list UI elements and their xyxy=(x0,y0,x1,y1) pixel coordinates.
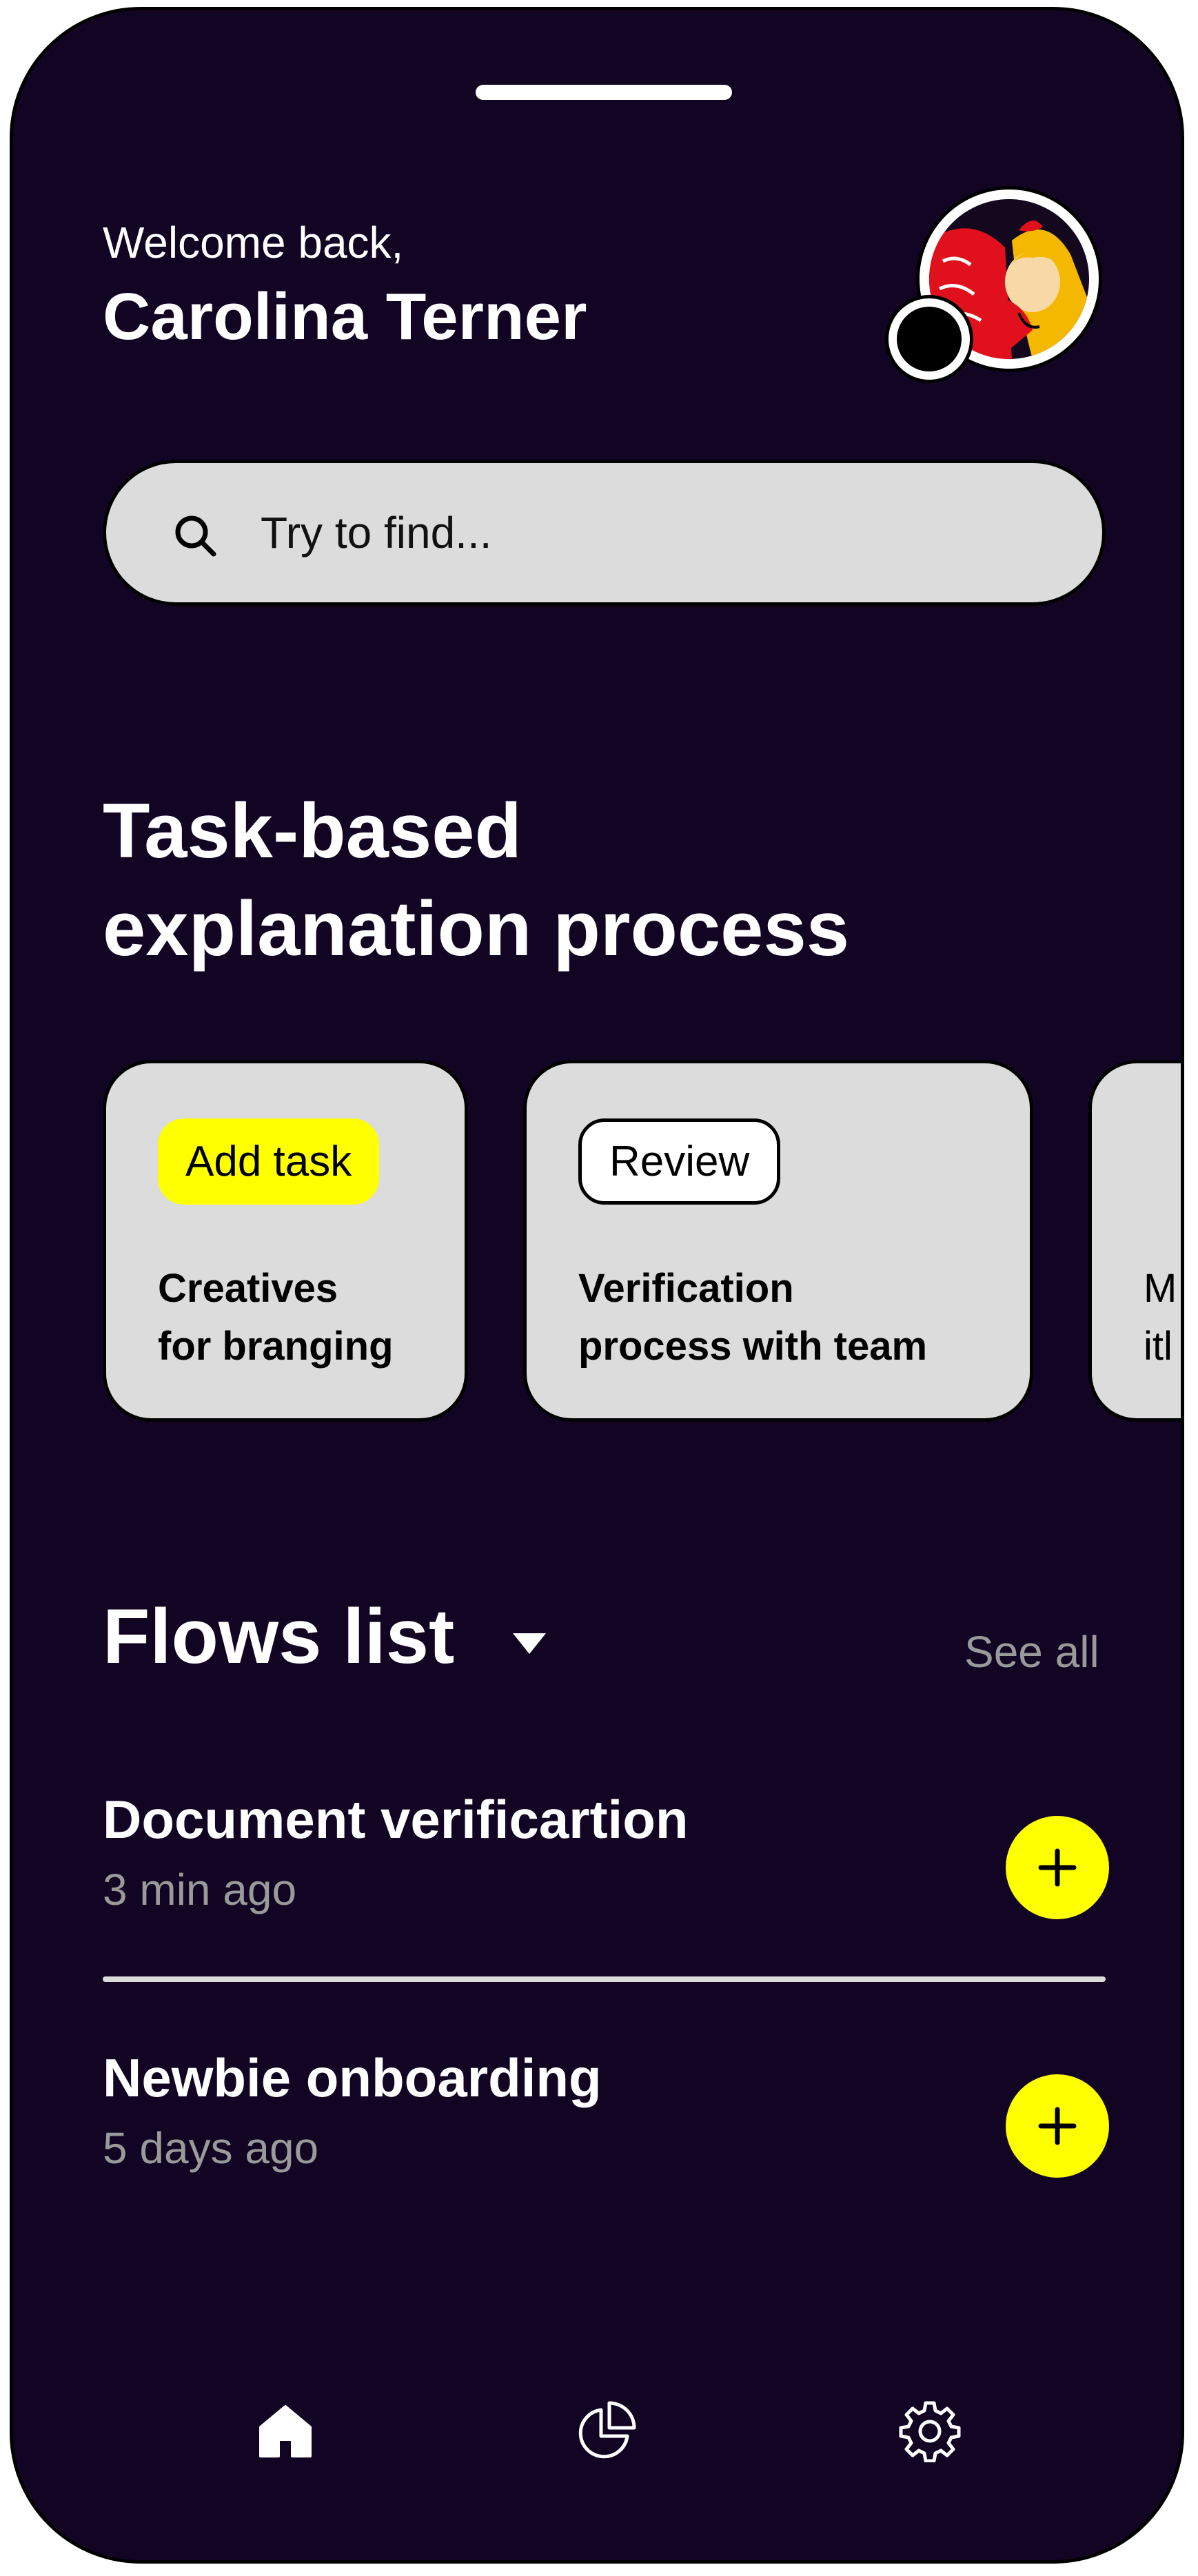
section-title: Task-based explanation process xyxy=(103,788,850,972)
search-input[interactable] xyxy=(259,498,1020,568)
gear-icon xyxy=(899,2400,961,2466)
flow-title: Newbie onboarding xyxy=(103,2047,602,2108)
task-card-text: M itl xyxy=(1144,1266,1177,1369)
search-icon xyxy=(174,514,216,560)
task-card[interactable]: Add task Creatives for branging xyxy=(103,1060,468,1422)
flow-time: 3 min ago xyxy=(103,1865,297,1914)
flow-item[interactable]: Document verificartion 3 min ago xyxy=(103,1788,1109,1967)
divider xyxy=(103,1976,1106,1982)
task-tag[interactable]: Add task xyxy=(158,1118,380,1205)
status-indicator xyxy=(889,298,970,380)
flow-time: 5 days ago xyxy=(103,2123,319,2173)
flow-title: Document verificartion xyxy=(103,1789,689,1850)
user-name: Carolina Terner xyxy=(103,280,587,354)
home-icon xyxy=(256,2402,314,2464)
add-button[interactable] xyxy=(1006,2074,1109,2178)
task-card-text: Creatives for branging xyxy=(158,1266,394,1369)
search-bar[interactable] xyxy=(103,460,1106,606)
nav-stats[interactable] xyxy=(568,2395,644,2471)
pie-chart-icon xyxy=(575,2400,637,2466)
nav-home[interactable] xyxy=(247,2395,323,2471)
nav-settings[interactable] xyxy=(892,2395,968,2471)
caret-down-icon[interactable] xyxy=(513,1633,546,1657)
flows-title: Flows list xyxy=(103,1593,455,1679)
task-tag[interactable]: Review xyxy=(578,1118,781,1205)
phone-frame: Welcome back, Carolina Terner Try to fin… xyxy=(10,7,1184,2564)
welcome-label: Welcome back, xyxy=(103,218,404,267)
task-card[interactable]: M itl xyxy=(1088,1060,1181,1422)
task-card[interactable]: Review Verification process with team xyxy=(523,1060,1033,1422)
flow-item[interactable]: Newbie onboarding 5 days ago xyxy=(103,2047,1109,2226)
home-indicator xyxy=(476,85,732,100)
add-button[interactable] xyxy=(1006,1816,1109,1919)
task-card-text: Verification process with team xyxy=(578,1266,928,1369)
see-all-link[interactable]: See all xyxy=(964,1626,1099,1677)
